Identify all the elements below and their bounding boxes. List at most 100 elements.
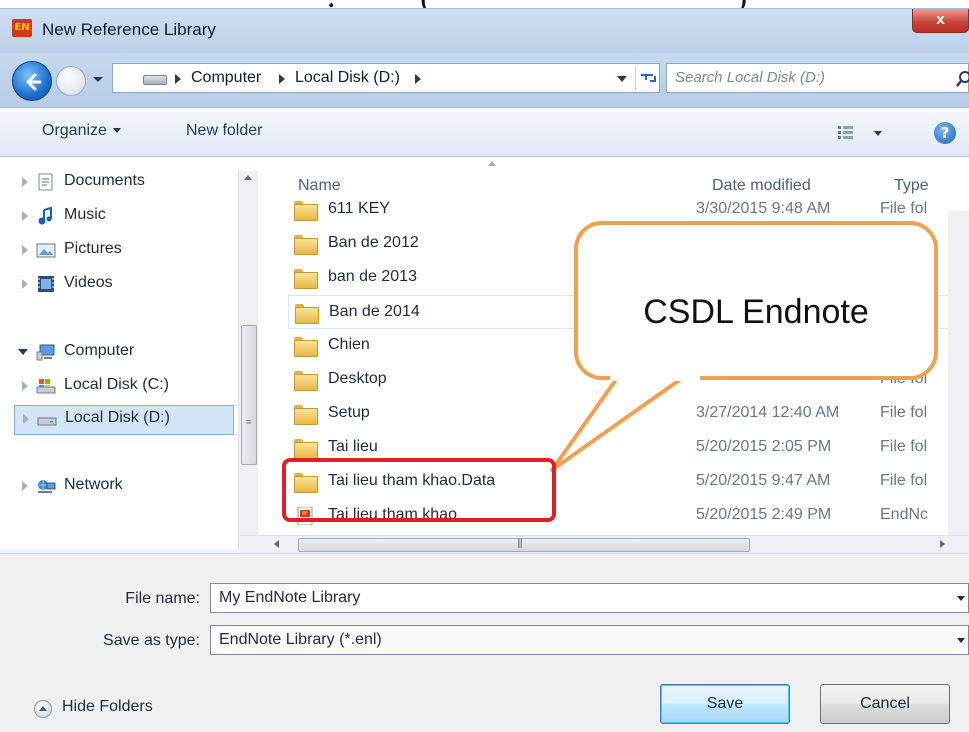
close-button[interactable]: x	[912, 9, 969, 33]
file-type: EndNc	[880, 506, 929, 523]
file-row[interactable]: Tai lieu tham khao.Data 5/20/2015 9:47 A…	[288, 465, 969, 499]
recent-pages-dropdown[interactable]	[91, 71, 105, 87]
organize-button[interactable]: Organize	[42, 122, 121, 140]
save-button[interactable]: Save	[660, 684, 790, 724]
callout-box: CSDL Endnote	[574, 221, 938, 380]
chevron-down-icon	[93, 77, 103, 82]
tree-item-local-disk-d[interactable]: Local Disk (D:)	[14, 405, 234, 435]
file-name: Desktop	[328, 370, 387, 387]
refresh-button[interactable]	[635, 66, 659, 90]
tree-item-videos[interactable]: Videos	[22, 271, 222, 301]
scroll-right-icon[interactable]	[940, 540, 945, 548]
tree-item-network[interactable]: Network	[22, 473, 222, 503]
file-type: File fol	[880, 472, 928, 489]
file-date: 5/20/2015 2:05 PM	[696, 438, 832, 455]
file-name: Tai lieu tham khao	[328, 506, 457, 523]
tree-item-pictures[interactable]: Pictures	[22, 237, 222, 267]
file-date: 5/20/2015 2:49 PM	[696, 506, 832, 523]
title-bar: EN New Reference Library x	[0, 9, 969, 53]
file-row[interactable]: Tai lieu 5/20/2015 2:05 PM File fol	[288, 431, 969, 465]
window-title: New Reference Library	[42, 20, 216, 39]
drive-icon	[143, 75, 167, 85]
expand-icon[interactable]	[22, 177, 28, 187]
tree-item-music[interactable]: Music	[22, 203, 222, 233]
tree-item-local-disk-c[interactable]: Local Disk (C:)	[22, 373, 222, 403]
horizontal-scrollbar[interactable]: |||	[240, 535, 969, 553]
file-name-field[interactable]: My EndNote Library	[210, 583, 969, 613]
scrollbar-thumb[interactable]: |||	[298, 538, 750, 552]
save-as-type-select[interactable]: EndNote Library (*.enl)	[210, 625, 969, 655]
endnote-file-icon	[297, 507, 313, 525]
chevron-down-icon[interactable]	[957, 596, 965, 601]
cropped-text-fragment: .	[327, 0, 336, 8]
save-options-panel: File name: My EndNote Library Save as ty…	[0, 553, 969, 732]
tree-item-label: Music	[64, 206, 106, 223]
tree-item-label: Local Disk (C:)	[64, 376, 169, 393]
callout-joint	[610, 375, 700, 381]
network-icon	[38, 480, 56, 493]
search-icon[interactable]	[955, 70, 969, 88]
collapse-icon[interactable]	[18, 349, 28, 355]
tree-item-computer[interactable]: Computer	[18, 339, 222, 369]
search-box[interactable]	[666, 63, 969, 93]
file-name: Tai lieu tham khao.Data	[328, 472, 496, 489]
address-bar[interactable]: Computer Local Disk (D:)	[112, 63, 660, 93]
file-row[interactable]: Setup 3/27/2014 12:40 AM File fol	[288, 397, 969, 431]
breadcrumb-local-disk-d[interactable]: Local Disk (D:)	[295, 69, 400, 87]
folder-icon	[294, 439, 318, 459]
navigation-pane: Documents Music Pictures Videos Computer…	[0, 157, 264, 549]
file-row[interactable]: Tai lieu tham khao 5/20/2015 2:49 PM End…	[288, 499, 969, 533]
folder-icon	[295, 304, 319, 324]
file-name: Setup	[328, 404, 370, 421]
expand-icon[interactable]	[22, 211, 28, 221]
endnote-app-icon: EN	[12, 19, 32, 37]
change-view-button[interactable]	[836, 122, 886, 144]
folder-icon	[294, 269, 318, 289]
navigation-bar: Computer Local Disk (D:)	[0, 53, 969, 107]
search-input[interactable]	[675, 69, 935, 86]
tree-item-label: Pictures	[64, 240, 122, 257]
file-name-label: File name:	[125, 590, 200, 607]
cancel-button[interactable]: Cancel	[820, 684, 950, 724]
chevron-down-icon[interactable]	[957, 638, 965, 643]
expand-icon[interactable]	[22, 279, 28, 289]
tree-item-label: Local Disk (D:)	[65, 409, 170, 426]
refresh-icon	[641, 74, 656, 82]
breadcrumb-separator-icon	[415, 74, 421, 84]
help-button[interactable]: ?	[934, 122, 956, 144]
scroll-up-icon[interactable]	[244, 175, 252, 180]
back-button[interactable]	[12, 61, 52, 101]
scrollbar-thumb[interactable]: ≡	[241, 325, 257, 465]
tree-item-label: Computer	[64, 342, 135, 359]
file-name: Ban de 2014	[329, 303, 420, 320]
computer-icon	[36, 344, 55, 361]
expand-icon[interactable]	[22, 481, 28, 491]
breadcrumb-computer[interactable]: Computer	[191, 69, 261, 87]
folder-icon	[294, 405, 318, 425]
expand-icon[interactable]	[22, 245, 28, 255]
expand-icon[interactable]	[23, 414, 29, 424]
drive-d-icon	[37, 417, 57, 426]
new-folder-button[interactable]: New folder	[186, 122, 262, 140]
documents-icon	[38, 173, 53, 191]
breadcrumb-separator-icon	[175, 74, 181, 84]
address-dropdown-icon[interactable]	[617, 76, 627, 82]
command-bar: Organize New folder ?	[0, 107, 969, 157]
organize-label: Organize	[42, 122, 107, 139]
tree-item-label: Documents	[64, 172, 145, 189]
navigation-scrollbar[interactable]: ≡	[238, 171, 258, 549]
file-list-scrollbar[interactable]	[948, 211, 969, 537]
tree-item-documents[interactable]: Documents	[22, 169, 222, 199]
sort-ascending-icon	[488, 161, 496, 166]
file-date: 3/27/2014 12:40 AM	[696, 404, 840, 421]
file-name: Chien	[328, 336, 370, 353]
chevron-up-icon	[34, 700, 52, 718]
drive-c-icon	[36, 379, 56, 394]
folder-icon	[294, 473, 318, 493]
expand-icon[interactable]	[22, 381, 28, 391]
scroll-left-icon[interactable]	[274, 540, 279, 548]
folder-icon	[294, 371, 318, 391]
forward-button[interactable]	[56, 66, 86, 96]
file-date: 5/20/2015 9:47 AM	[696, 472, 831, 489]
file-type: File fol	[880, 438, 928, 455]
